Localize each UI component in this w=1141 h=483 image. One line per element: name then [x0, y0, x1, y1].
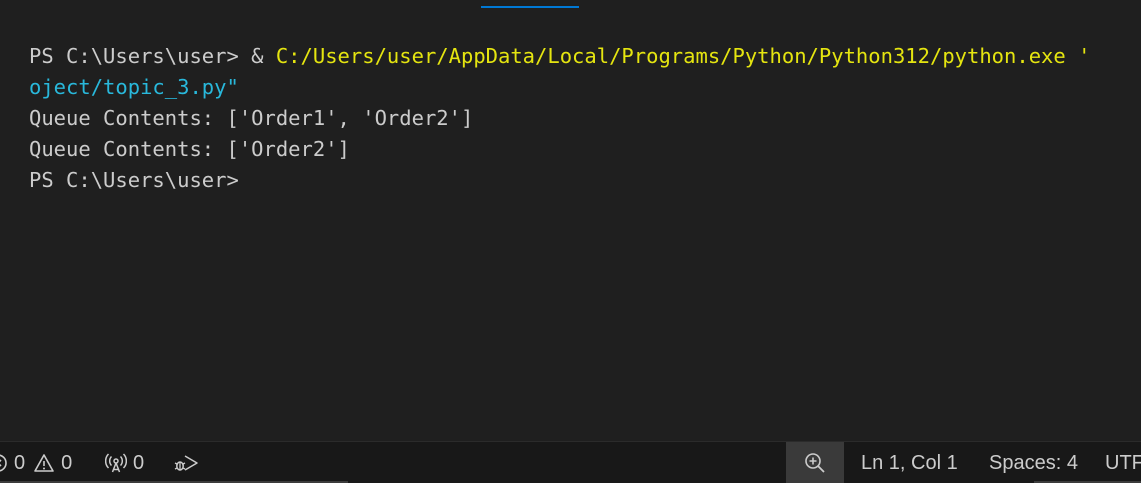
- error-icon: [0, 453, 8, 473]
- ports-indicator[interactable]: 0: [105, 442, 144, 483]
- warning-icon: [33, 453, 55, 473]
- cursor-position[interactable]: Ln 1, Col 1: [861, 442, 958, 483]
- terminal-line-continuation: oject/topic_3.py": [29, 75, 239, 99]
- errors-count: 0: [14, 451, 26, 474]
- terminal-panel[interactable]: PS C:\Users\user> & C:/Users/user/AppDat…: [0, 40, 1141, 440]
- ports-count: 0: [133, 451, 145, 474]
- terminal-prompt: PS C:\Users\user> &: [29, 44, 276, 68]
- encoding-selector[interactable]: UTF: [1105, 442, 1141, 483]
- zoom-button[interactable]: [786, 442, 844, 483]
- run-debug-icon: [173, 452, 199, 474]
- zoom-in-icon: [803, 442, 827, 483]
- terminal-command-path: C:/Users/user/AppData/Local/Programs/Pyt…: [275, 44, 1091, 68]
- terminal-output-line: Queue Contents: ['Order2']: [29, 137, 350, 161]
- run-debug-button[interactable]: [173, 442, 199, 483]
- terminal-output-line: Queue Contents: ['Order1', 'Order2']: [29, 106, 474, 130]
- warnings-count: 0: [61, 451, 73, 474]
- broadcast-icon: [105, 452, 127, 474]
- status-bar: 0 0 0 Ln 1, Col 1 Spaces: 4 UTF: [0, 441, 1141, 483]
- indentation-selector[interactable]: Spaces: 4: [989, 442, 1078, 483]
- problems-indicator[interactable]: 0 0: [0, 442, 72, 483]
- active-tab-indicator: [481, 6, 579, 8]
- terminal-line-command: PS C:\Users\user> & C:/Users/user/AppDat…: [29, 41, 1090, 72]
- terminal-prompt-line: PS C:\Users\user>: [29, 168, 239, 192]
- vscode-window: PS C:\Users\user> & C:/Users/user/AppDat…: [0, 0, 1141, 483]
